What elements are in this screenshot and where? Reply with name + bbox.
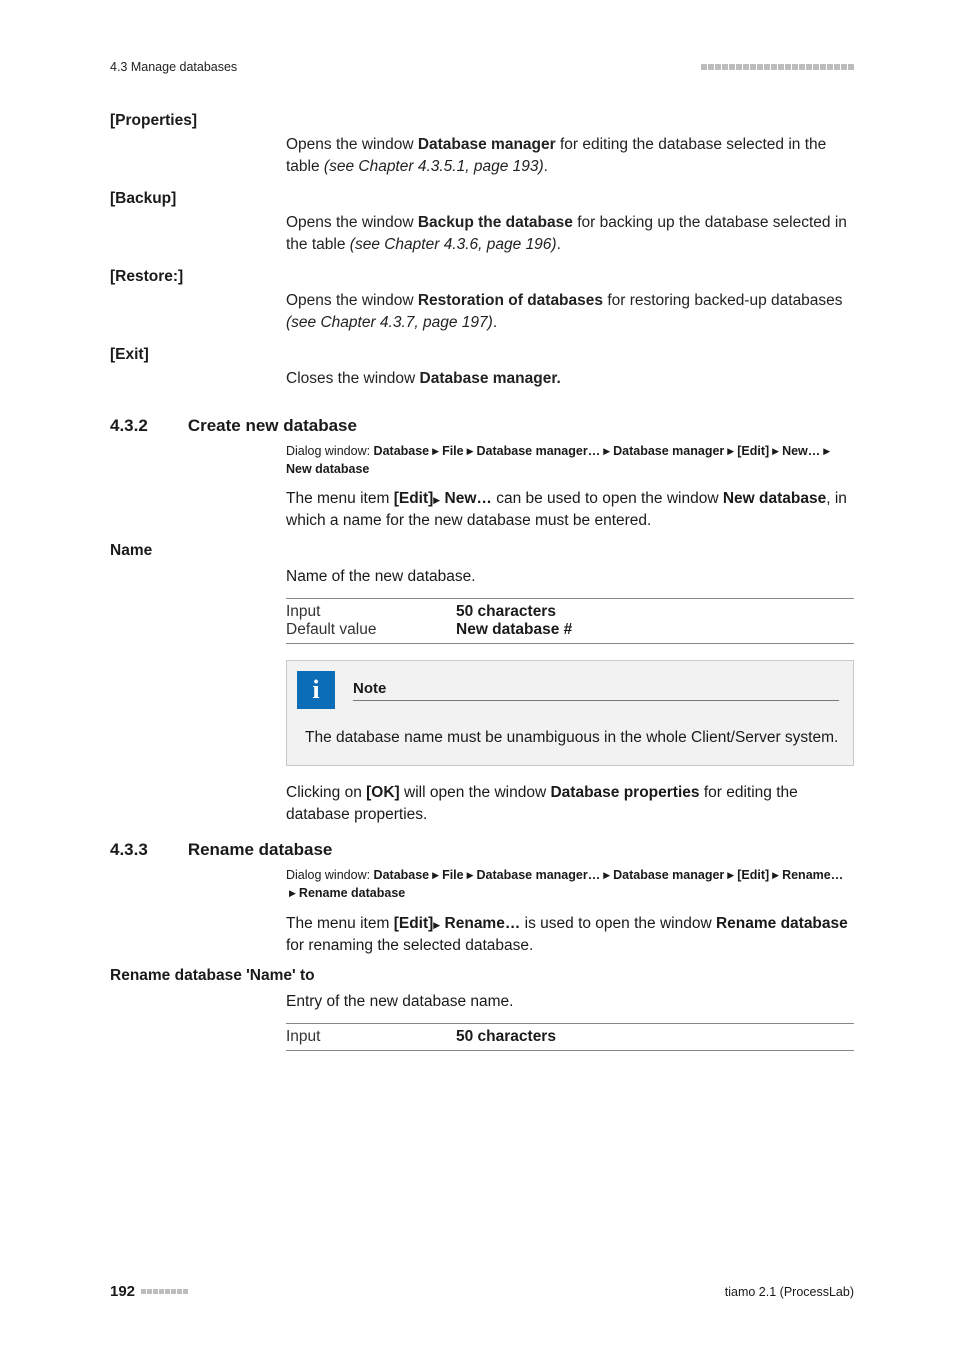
page-number: 192 [110,1283,135,1300]
para-433-1: The menu item [Edit]▶ Rename… is used to… [286,913,854,957]
spec-row: Default value New database # [286,621,854,639]
item-exit: [Exit] Closes the window Database manage… [110,346,854,390]
backup-desc: Opens the window Backup the database for… [286,212,854,256]
exit-term: [Exit] [110,346,854,364]
note-title: Note [353,680,839,701]
field-rename-desc: Entry of the new database name. [286,991,854,1013]
spec-val: 50 characters [456,1028,556,1046]
para-432-after-note: Clicking on [OK] will open the window Da… [286,782,854,826]
properties-desc: Opens the window Database manager for ed… [286,134,854,178]
spec-row: Input 50 characters [286,1028,854,1046]
heading-4-3-2: 4.3.2 Create new database [110,416,854,436]
heading-4-3-3: 4.3.3 Rename database [110,840,854,860]
spec-val: New database # [456,621,572,639]
info-icon [297,671,335,709]
item-backup: [Backup] Opens the window Backup the dat… [110,190,854,256]
spec-key: Input [286,603,456,621]
heading-number: 4.3.2 [110,416,148,436]
backup-term: [Backup] [110,190,854,208]
product-name: tiamo 2.1 (ProcessLab) [725,1285,854,1299]
field-name-label: Name [110,542,854,560]
spec-val: 50 characters [456,603,556,621]
note-box: Note The database name must be unambiguo… [286,660,854,766]
page-header: 4.3 Manage databases [110,60,854,74]
footer-decoration [141,1289,188,1294]
item-properties: [Properties] Opens the window Database m… [110,112,854,178]
exit-desc: Closes the window Database manager. [286,368,854,390]
header-decoration [701,64,854,70]
heading-number: 4.3.3 [110,840,148,860]
properties-term: [Properties] [110,112,854,130]
heading-title: Create new database [188,416,357,436]
note-body: The database name must be unambiguous in… [305,727,839,749]
section-path: 4.3 Manage databases [110,60,237,74]
spec-row: Input 50 characters [286,603,854,621]
field-name-desc: Name of the new database. [286,566,854,588]
heading-title: Rename database [188,840,333,860]
spec-table-432: Input 50 characters Default value New da… [286,598,854,644]
field-rename-label: Rename database 'Name' to [110,967,854,985]
spec-key: Input [286,1028,456,1046]
restore-term: [Restore:] [110,268,854,286]
spec-key: Default value [286,621,456,639]
restore-desc: Opens the window Restoration of database… [286,290,854,334]
spec-table-433: Input 50 characters [286,1023,854,1051]
page-footer: 192 tiamo 2.1 (ProcessLab) [110,1283,854,1300]
dialog-path-432: Dialog window: Database▶File▶Database ma… [286,442,854,478]
page-number-block: 192 [110,1283,188,1300]
dialog-path-433: Dialog window: Database▶File▶Database ma… [286,866,854,902]
item-restore: [Restore:] Opens the window Restoration … [110,268,854,334]
para-432-1: The menu item [Edit]▶ New… can be used t… [286,488,854,532]
